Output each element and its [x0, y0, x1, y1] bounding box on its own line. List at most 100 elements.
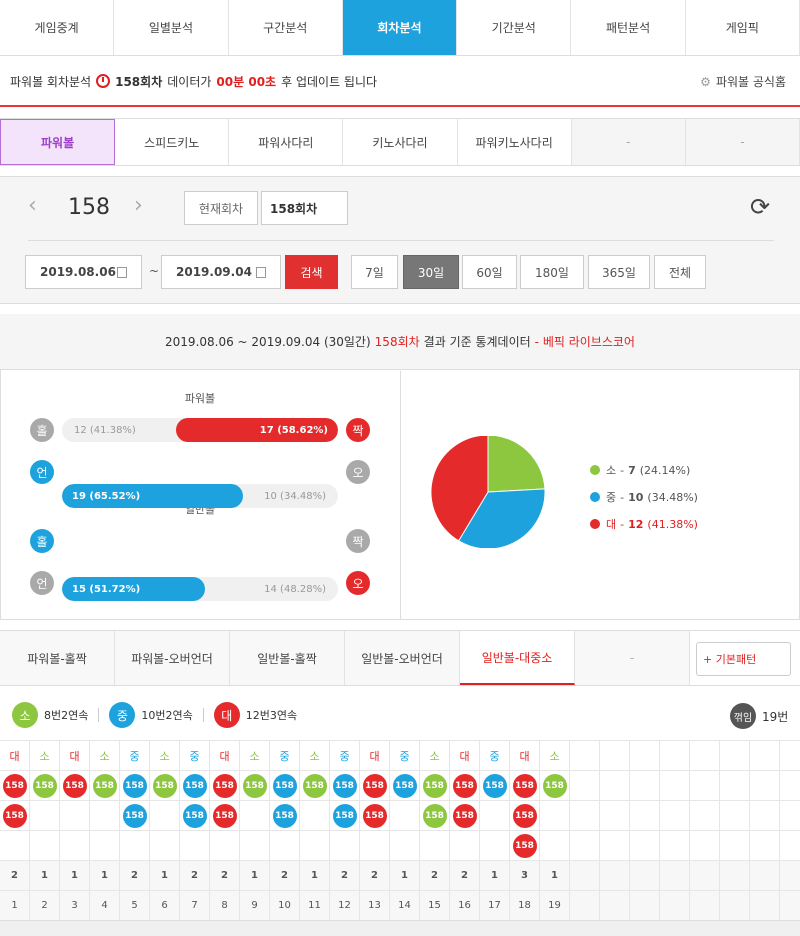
- pie-legend: 소 - 7 (24.14%) 중 - 10 (34.48%) 대 - 12 (41.38%…: [590, 462, 698, 543]
- turns-summary: 꺾임 19번: [730, 703, 788, 729]
- column-number: 18: [510, 891, 540, 921]
- result-ball: 158: [452, 773, 477, 798]
- calendar-icon: [256, 266, 266, 278]
- pattern-tab-3[interactable]: 일반볼-오버언더: [345, 631, 460, 685]
- tab-1[interactable]: 일별분석: [114, 0, 229, 55]
- game-tab-5[interactable]: -: [571, 119, 686, 165]
- official-site-link[interactable]: ⚙ 파워볼 공식홈: [700, 73, 786, 90]
- notice-mid: 데이터가: [167, 74, 212, 89]
- pattern-cell: [630, 831, 660, 861]
- period-button-3[interactable]: 180일: [520, 255, 584, 289]
- horizontal-scrollbar[interactable]: [0, 920, 800, 936]
- result-ball: 158: [92, 773, 117, 798]
- column-count: 2: [120, 861, 150, 891]
- period-button-1[interactable]: 30일: [403, 255, 459, 289]
- column-count: 2: [0, 861, 30, 891]
- pattern-column: [780, 741, 800, 921]
- tab-5[interactable]: 패턴분석: [571, 0, 686, 55]
- column-number: [720, 891, 750, 921]
- result-ball: 158: [452, 803, 477, 828]
- search-button[interactable]: 검색: [285, 255, 338, 289]
- legend-pct: (24.14%): [639, 463, 691, 477]
- game-tab-2[interactable]: 파워사다리: [229, 119, 344, 165]
- column-number: 15: [420, 891, 450, 921]
- game-tab-0[interactable]: 파워볼: [0, 119, 116, 165]
- pattern-column: 대 158 158 2 13: [360, 741, 390, 921]
- column-count: 1: [390, 861, 420, 891]
- pattern-tab-5[interactable]: -: [575, 631, 690, 685]
- legend-label: 소: [606, 464, 617, 477]
- result-ball: 158: [332, 773, 357, 798]
- refresh-icon[interactable]: ⟳: [750, 193, 770, 221]
- pattern-cell: [690, 801, 720, 831]
- pattern-cell: [0, 831, 30, 861]
- pattern-cell: 158: [420, 771, 450, 801]
- period-button-0[interactable]: 7일: [351, 255, 398, 289]
- tab-3[interactable]: 회차분석: [342, 0, 458, 55]
- pattern-column: 중 158 158 2 7: [180, 741, 210, 921]
- column-number: 13: [360, 891, 390, 921]
- pattern-column: [630, 741, 660, 921]
- right-badge: 짝: [346, 529, 370, 553]
- pattern-cell: 158: [30, 771, 60, 801]
- legend-sep: -: [620, 490, 625, 504]
- pattern-cell: [300, 801, 330, 831]
- notice-time: 00분 00초: [216, 74, 277, 89]
- period-button-2[interactable]: 60일: [462, 255, 517, 289]
- tab-4[interactable]: 기간분석: [457, 0, 572, 55]
- pattern-tab-0[interactable]: 파워볼-홀짝: [0, 631, 115, 685]
- column-type: 대: [0, 741, 30, 771]
- pattern-cell: [360, 831, 390, 861]
- column-count: [780, 861, 800, 891]
- column-count: 1: [150, 861, 180, 891]
- column-number: [750, 891, 780, 921]
- pattern-cell: [720, 771, 750, 801]
- pattern-cell: [750, 771, 780, 801]
- game-tab-1[interactable]: 스피드키노: [115, 119, 230, 165]
- pattern-cell: [90, 801, 120, 831]
- pattern-cell: [720, 831, 750, 861]
- pattern-cell: [390, 831, 420, 861]
- tab-0[interactable]: 게임중계: [0, 0, 115, 55]
- pattern-column: 대 158 158 2 1: [0, 741, 30, 921]
- column-number: 3: [60, 891, 90, 921]
- pattern-tab-4[interactable]: 일반볼-대중소: [460, 631, 575, 685]
- result-ball: 158: [182, 803, 207, 828]
- basic-pattern-button[interactable]: + 기본패턴: [696, 642, 791, 676]
- game-tab-6[interactable]: -: [685, 119, 800, 165]
- column-number: 14: [390, 891, 420, 921]
- pattern-cell: [300, 831, 330, 861]
- next-round-icon[interactable]: ›: [134, 193, 143, 218]
- date-from-field[interactable]: 2019.08.06: [25, 255, 142, 289]
- column-count: 1: [300, 861, 330, 891]
- notice-suffix: 후 업데이트 됩니다: [281, 74, 378, 89]
- tab-6[interactable]: 게임픽: [686, 0, 800, 55]
- column-count: [630, 861, 660, 891]
- pattern-cell: [480, 831, 510, 861]
- current-round-button[interactable]: 현재회차: [184, 191, 258, 225]
- pattern-column: 중 158 158 2 10: [270, 741, 300, 921]
- date-from-value: 2019.08.06: [40, 265, 116, 279]
- column-type: 소: [300, 741, 330, 771]
- round-input[interactable]: 158회차: [261, 191, 348, 225]
- pattern-cell: 158: [120, 771, 150, 801]
- pattern-tab-1[interactable]: 파워볼-오버언더: [115, 631, 230, 685]
- pattern-cell: [60, 831, 90, 861]
- streak-text: 12번3연속: [245, 709, 298, 722]
- period-button-5[interactable]: 전체: [654, 255, 706, 289]
- tab-2[interactable]: 구간분석: [229, 0, 343, 55]
- period-button-4[interactable]: 365일: [588, 255, 650, 289]
- right-badge: 오: [346, 460, 370, 484]
- pattern-cell: 158: [0, 771, 30, 801]
- pattern-tab-2[interactable]: 일반볼-홀짝: [230, 631, 345, 685]
- column-type: 중: [390, 741, 420, 771]
- pattern-cell: [390, 801, 420, 831]
- game-tab-3[interactable]: 키노사다리: [343, 119, 458, 165]
- column-number: 10: [270, 891, 300, 921]
- game-tab-4[interactable]: 파워키노사다리: [458, 119, 572, 165]
- result-ball: 158: [362, 803, 387, 828]
- prev-round-icon[interactable]: ‹: [28, 193, 37, 218]
- date-to-field[interactable]: 2019.09.04: [161, 255, 281, 289]
- column-count: [720, 861, 750, 891]
- column-type: 대: [360, 741, 390, 771]
